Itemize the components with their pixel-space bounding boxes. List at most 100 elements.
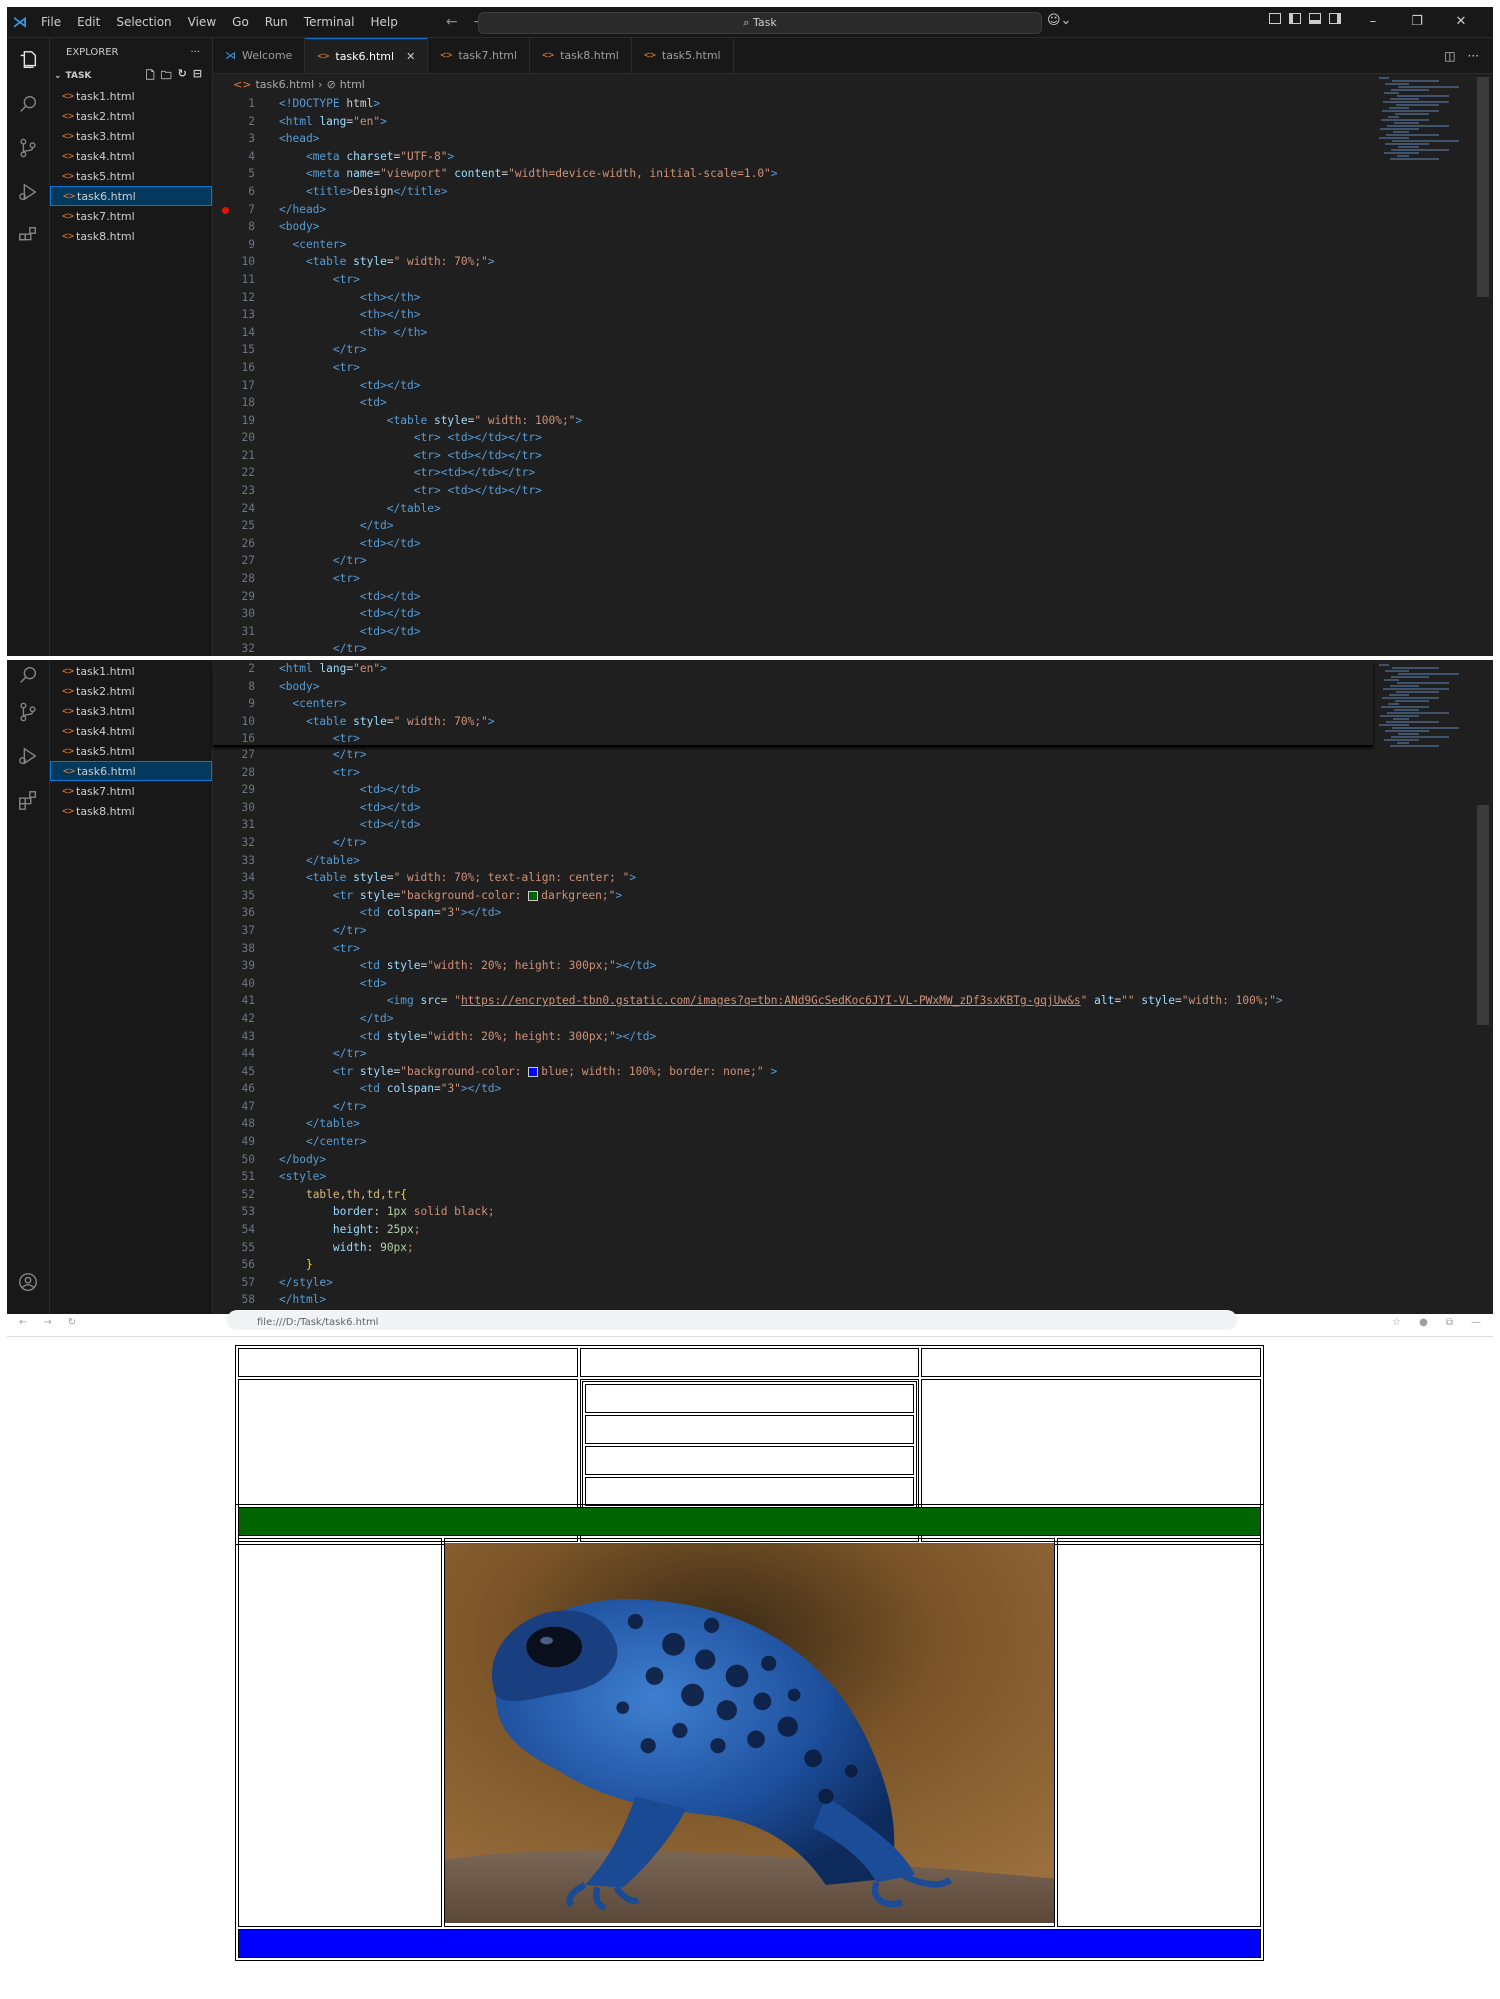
code-line[interactable]: 8 <body> bbox=[213, 218, 1493, 236]
code-line[interactable]: 16 <tr> bbox=[213, 359, 1493, 377]
menu-icon[interactable]: — bbox=[1471, 1317, 1481, 1328]
file-item[interactable]: <> task5.html bbox=[50, 166, 212, 186]
code-line[interactable]: 5 <meta name="viewport" content="width=d… bbox=[213, 165, 1493, 183]
code-line[interactable]: 10 <table style=" width: 70%;"> bbox=[213, 713, 1373, 731]
code-line[interactable]: 49 </center> bbox=[213, 1133, 1493, 1151]
code-line[interactable]: 46 <td colspan="3"></td> bbox=[213, 1080, 1493, 1098]
code-line[interactable]: 17 <td></td> bbox=[213, 377, 1493, 395]
customize-layout-icon[interactable] bbox=[1269, 13, 1281, 24]
code-line[interactable]: 14 <th> </th> bbox=[213, 324, 1493, 342]
code-line[interactable]: 8 <body> bbox=[213, 678, 1373, 696]
code-line[interactable]: 27 </tr> bbox=[213, 552, 1493, 570]
accounts-icon[interactable] bbox=[7, 1260, 49, 1304]
code-line[interactable]: 38 <tr> bbox=[213, 940, 1493, 958]
bookmark-star-icon[interactable]: ☆ bbox=[1392, 1317, 1401, 1328]
menu-terminal[interactable]: Terminal bbox=[296, 7, 363, 37]
code-line[interactable]: 1 <!DOCTYPE html> bbox=[213, 95, 1493, 113]
tab-task6[interactable]: <> task6.html ✕ bbox=[305, 38, 429, 73]
code-line[interactable]: 23 <tr> <td></td></tr> bbox=[213, 482, 1493, 500]
extensions-icon[interactable] bbox=[7, 214, 49, 258]
tab-task5[interactable]: <> task5.html bbox=[632, 38, 734, 73]
extensions-icon[interactable]: ⧉ bbox=[1446, 1317, 1453, 1328]
code-line[interactable]: 36 <td colspan="3"></td> bbox=[213, 904, 1493, 922]
editor-scrollbar[interactable] bbox=[1477, 805, 1489, 1025]
code-line[interactable]: 42 </td> bbox=[213, 1010, 1493, 1028]
folder-task[interactable]: ⌄ TASK 🗋 🗀 ↻ ⊟ bbox=[50, 66, 212, 86]
breadcrumb-file[interactable]: task6.html bbox=[255, 78, 314, 91]
code-line[interactable]: 11 <tr> bbox=[213, 271, 1493, 289]
forward-icon[interactable]: → bbox=[43, 1317, 51, 1328]
code-line[interactable]: 56 } bbox=[213, 1256, 1493, 1274]
code-line[interactable]: 9 <center> bbox=[213, 236, 1493, 254]
code-line[interactable]: 35 <tr style="background-color: darkgree… bbox=[213, 887, 1493, 905]
code-editor[interactable]: 1 <!DOCTYPE html> 2 <html lang="en"> 3 <head>… bbox=[213, 95, 1493, 656]
profile-icon[interactable]: ● bbox=[1419, 1317, 1428, 1328]
run-debug-icon[interactable] bbox=[7, 170, 49, 214]
file-item[interactable]: <> task8.html bbox=[50, 226, 212, 246]
file-item[interactable]: <> task5.html bbox=[50, 741, 212, 761]
file-item[interactable]: <> task4.html bbox=[50, 721, 212, 741]
new-folder-icon[interactable]: 🗀 bbox=[161, 67, 172, 86]
more-actions-icon[interactable]: ··· bbox=[190, 47, 200, 60]
code-line[interactable]: 48 </table> bbox=[213, 1115, 1493, 1133]
file-item[interactable]: <> task7.html bbox=[50, 206, 212, 226]
code-line[interactable]: 27 </tr> bbox=[213, 746, 1493, 764]
code-line[interactable]: 43 <td style="width: 20%; height: 300px;… bbox=[213, 1028, 1493, 1046]
code-line[interactable]: 58 </html> bbox=[213, 1291, 1493, 1309]
code-line[interactable]: 29 <td></td> bbox=[213, 588, 1493, 606]
menu-go[interactable]: Go bbox=[224, 7, 257, 37]
file-item[interactable]: <> task2.html bbox=[50, 106, 212, 126]
code-line[interactable]: 2 <html lang="en"> bbox=[213, 660, 1373, 678]
tab-task7[interactable]: <> task7.html bbox=[428, 38, 531, 73]
menu-help[interactable]: Help bbox=[363, 7, 406, 37]
extensions-icon[interactable] bbox=[7, 778, 49, 822]
more-actions-icon[interactable]: ··· bbox=[1468, 49, 1479, 63]
close-tab-icon[interactable]: ✕ bbox=[406, 50, 415, 63]
code-line[interactable]: 7 </head> bbox=[213, 201, 1493, 219]
file-item[interactable]: <> task1.html bbox=[50, 86, 212, 106]
editor-scrollbar[interactable] bbox=[1477, 77, 1489, 297]
code-line[interactable]: 19 <table style=" width: 100%;"> bbox=[213, 412, 1493, 430]
code-line[interactable]: 2 <html lang="en"> bbox=[213, 113, 1493, 131]
code-line[interactable]: 50 </body> bbox=[213, 1151, 1493, 1169]
new-file-icon[interactable]: 🗋 bbox=[146, 67, 155, 86]
collapse-all-icon[interactable]: ⊟ bbox=[193, 67, 202, 86]
menu-file[interactable]: File bbox=[33, 7, 69, 37]
code-line[interactable]: 45 <tr style="background-color: blue; wi… bbox=[213, 1063, 1493, 1081]
address-bar[interactable]: file:///D:/Task/task6.html bbox=[227, 1310, 1237, 1330]
file-item[interactable]: <> task1.html bbox=[50, 661, 212, 681]
code-line[interactable]: 29 <td></td> bbox=[213, 781, 1493, 799]
tab-task8[interactable]: <> task8.html bbox=[530, 38, 632, 73]
split-editor-icon[interactable]: ◫ bbox=[1444, 49, 1455, 63]
code-line[interactable]: 57 </style> bbox=[213, 1274, 1493, 1292]
code-line[interactable]: 33 </table> bbox=[213, 852, 1493, 870]
code-line[interactable]: 41 <img src= "https://encrypted-tbn0.gst… bbox=[213, 992, 1493, 1010]
code-line[interactable]: 52 table,th,td,tr{ bbox=[213, 1186, 1493, 1204]
sticky-scroll[interactable]: 2 <html lang="en"> 8 <body> 9 <center> 10 <ta… bbox=[213, 660, 1373, 746]
code-line[interactable]: 3 <head> bbox=[213, 130, 1493, 148]
code-line[interactable]: 34 <table style=" width: 70%; text-align… bbox=[213, 869, 1493, 887]
toggle-panel-icon[interactable] bbox=[1309, 13, 1321, 24]
source-control-icon[interactable] bbox=[7, 126, 49, 170]
code-line[interactable]: 28 <tr> bbox=[213, 764, 1493, 782]
code-line[interactable]: 15 </tr> bbox=[213, 341, 1493, 359]
code-line[interactable]: 9 <center> bbox=[213, 695, 1373, 713]
file-item[interactable]: <> task3.html bbox=[50, 701, 212, 721]
menu-view[interactable]: View bbox=[180, 7, 224, 37]
code-line[interactable]: 16 <tr> bbox=[213, 730, 1373, 748]
code-line[interactable]: 13 <th></th> bbox=[213, 306, 1493, 324]
code-line[interactable]: 21 <tr> <td></td></tr> bbox=[213, 447, 1493, 465]
code-line[interactable]: 6 <title>Design</title> bbox=[213, 183, 1493, 201]
file-item[interactable]: <> task4.html bbox=[50, 146, 212, 166]
code-line[interactable]: 12 <th></th> bbox=[213, 289, 1493, 307]
back-icon[interactable]: ← bbox=[19, 1317, 27, 1328]
refresh-icon[interactable]: ↻ bbox=[178, 67, 187, 86]
toggle-secondary-sidebar-icon[interactable] bbox=[1329, 13, 1341, 24]
code-line[interactable]: 31 <td></td> bbox=[213, 623, 1493, 641]
minimap[interactable] bbox=[1379, 664, 1465, 748]
reload-icon[interactable]: ↻ bbox=[68, 1317, 76, 1328]
search-icon[interactable] bbox=[7, 82, 49, 126]
code-line[interactable]: 24 </table> bbox=[213, 500, 1493, 518]
code-line[interactable]: 37 </tr> bbox=[213, 922, 1493, 940]
file-item[interactable]: <> task7.html bbox=[50, 781, 212, 801]
